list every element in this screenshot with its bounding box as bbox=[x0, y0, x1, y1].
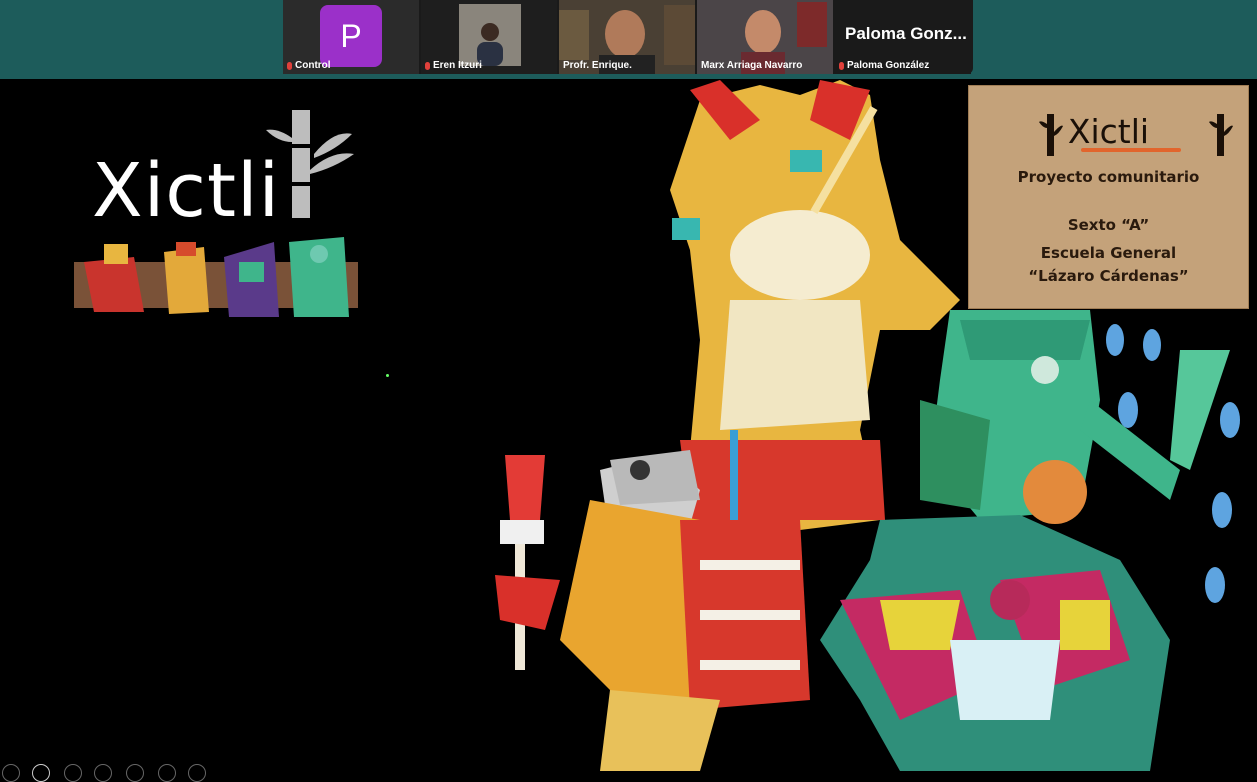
nav-button[interactable] bbox=[64, 764, 82, 782]
nav-button[interactable] bbox=[94, 764, 112, 782]
nav-button[interactable] bbox=[158, 764, 176, 782]
project-card: Xictli Proyecto comunitario Sexto “A” Es… bbox=[968, 85, 1249, 309]
nav-button[interactable] bbox=[126, 764, 144, 782]
card-school-name: “Lázaro Cárdenas” bbox=[1028, 267, 1189, 285]
nav-button[interactable] bbox=[32, 764, 50, 782]
codex-figures-image bbox=[84, 237, 349, 317]
slide-logo-text: Xictli bbox=[92, 148, 281, 234]
card-school: Escuela General bbox=[1040, 244, 1177, 262]
card-brand: Xictli bbox=[1067, 112, 1150, 151]
brand-underline bbox=[1081, 148, 1181, 152]
nav-button[interactable] bbox=[188, 764, 206, 782]
nav-button[interactable] bbox=[2, 764, 20, 782]
card-project: Proyecto comunitario bbox=[1017, 168, 1200, 186]
pointer-dot bbox=[386, 374, 389, 377]
bamboo-logo-icon bbox=[266, 110, 354, 218]
card-grade: Sexto “A” bbox=[1067, 216, 1150, 234]
